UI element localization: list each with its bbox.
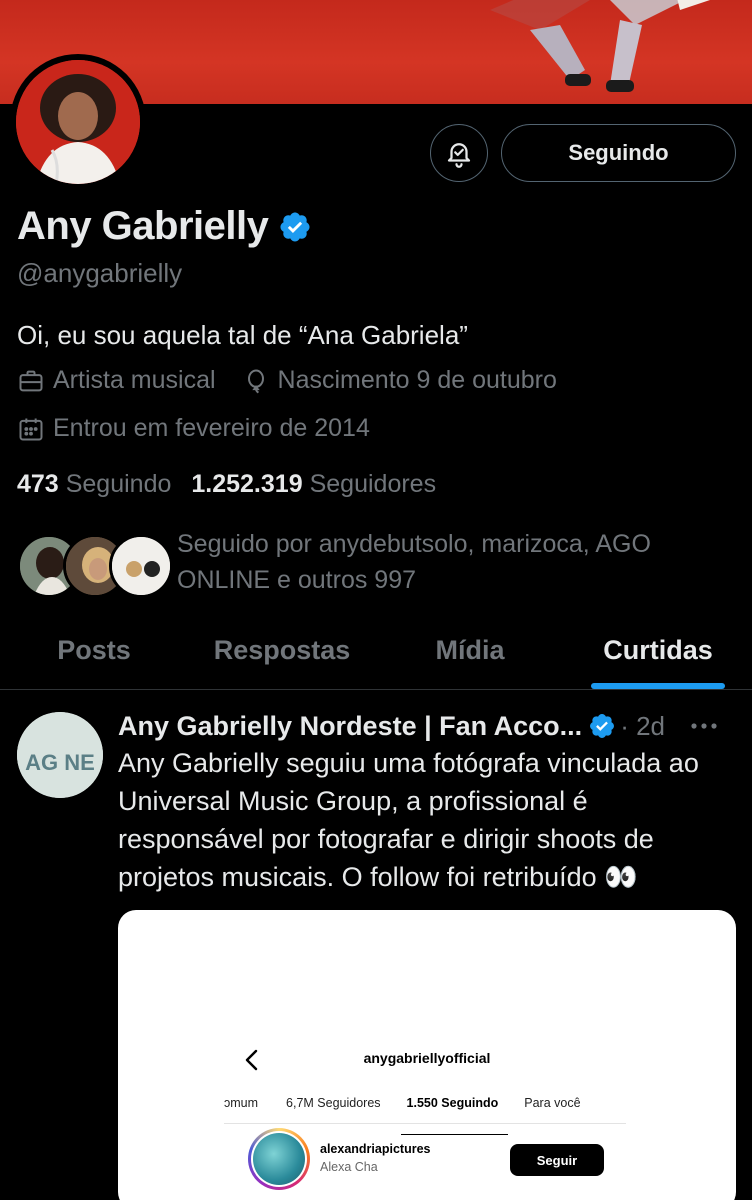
- media-profile-title: anygabriellyofficial: [363, 1050, 491, 1066]
- post-header: Any Gabrielly Nordeste | Fan Acco... · 2…: [118, 708, 738, 744]
- profile-meta-row-2: Entrou em fevereiro de 2014: [17, 414, 396, 443]
- media-username: alexandriapictures: [320, 1142, 431, 1156]
- media-user-row: alexandriapictures Alexa Cha Seguir: [248, 1128, 608, 1192]
- media-tab: 6,7M Seguidores: [286, 1096, 381, 1110]
- profile-joined: Entrou em fevereiro de 2014: [17, 414, 370, 443]
- balloon-icon: [247, 369, 264, 393]
- avatar-photo: [16, 60, 140, 184]
- following-label: Seguindo: [65, 470, 172, 498]
- tab-posts[interactable]: Posts: [0, 612, 188, 689]
- tab-label: Posts: [57, 635, 131, 665]
- category-label: Artista musical: [53, 366, 216, 394]
- profile-avatar[interactable]: [10, 54, 146, 190]
- profile-stats: 473 Seguindo 1.252.319 Seguidores: [17, 470, 456, 499]
- media-user-avatar: [248, 1128, 310, 1190]
- tab-replies[interactable]: Respostas: [188, 612, 376, 689]
- post-text: Any Gabrielly seguiu uma fotógrafa vincu…: [118, 748, 699, 892]
- more-dots-icon: [691, 723, 717, 729]
- media-follow-button: Seguir: [510, 1144, 604, 1176]
- profile-birthday: Nascimento 9 de outubro: [242, 366, 557, 395]
- calendar-icon: [19, 418, 43, 440]
- avatar-logo-text: AG NE: [25, 750, 95, 775]
- active-tab-indicator: [591, 683, 725, 689]
- briefcase-icon: [19, 370, 43, 391]
- media-tab: ɔmum: [224, 1096, 259, 1110]
- bell-check-icon: [447, 143, 471, 168]
- media-user-subtitle: Alexa Cha: [320, 1160, 378, 1174]
- profile-name: Any Gabrielly: [17, 204, 269, 248]
- profile-page: Seguindo Any Gabrielly @anygabrielly Oi,…: [0, 0, 752, 1200]
- tab-likes[interactable]: Curtidas: [564, 612, 752, 689]
- birthday-label: Nascimento 9 de outubro: [277, 366, 557, 394]
- followers-label: Seguidores: [309, 470, 437, 498]
- post-media-image[interactable]: anygabriellyofficial ɔmum 6,7M Seguidore…: [118, 910, 736, 1200]
- more-options-button[interactable]: [684, 708, 724, 744]
- following-button[interactable]: Seguindo: [501, 124, 736, 182]
- post-author-name[interactable]: Any Gabrielly Nordeste | Fan Acco...: [118, 711, 582, 742]
- banner-figure: [490, 0, 710, 92]
- media-tabs: ɔmum 6,7M Seguidores 1.550 Seguindo Para…: [224, 1096, 626, 1135]
- post-author-avatar[interactable]: AG NE: [17, 712, 103, 798]
- following-stat[interactable]: 473 Seguindo: [17, 470, 171, 499]
- profile-tabs: Posts Respostas Mídia Curtidas: [0, 612, 752, 690]
- tab-label: Respostas: [213, 635, 351, 665]
- post-timestamp[interactable]: · 2d: [620, 711, 665, 742]
- tab-label: Mídia: [435, 635, 505, 665]
- followed-by-avatars: [17, 534, 173, 598]
- following-button-label: Seguindo: [568, 140, 669, 165]
- profile-category: Artista musical: [17, 366, 216, 395]
- profile-handle: @anygabrielly: [17, 258, 183, 288]
- profile-meta-row-1: Artista musical Nascimento 9 de outubro: [17, 366, 583, 395]
- followed-by[interactable]: Seguido por anydebutsolo, marizoca, AGO …: [17, 526, 737, 606]
- followers-stat[interactable]: 1.252.319 Seguidores: [191, 470, 436, 499]
- followed-by-text: Seguido por anydebutsolo, marizoca, AGO …: [177, 530, 651, 594]
- following-count: 473: [17, 470, 59, 498]
- post[interactable]: AG NE Any Gabrielly Nordeste | Fan Acco.…: [0, 690, 752, 1200]
- verified-badge-icon[interactable]: [278, 210, 312, 244]
- verified-badge-icon: [590, 714, 615, 738]
- tab-media[interactable]: Mídia: [376, 612, 564, 689]
- avatar: [109, 534, 173, 598]
- notifications-button[interactable]: [430, 124, 488, 182]
- followers-count: 1.252.319: [191, 470, 303, 498]
- profile-name-row: Any Gabrielly: [17, 204, 312, 249]
- media-tab: Para você: [524, 1096, 581, 1110]
- media-tab-active: 1.550 Seguindo: [400, 1096, 508, 1135]
- tab-label: Curtidas: [603, 635, 713, 665]
- joined-label: Entrou em fevereiro de 2014: [53, 414, 370, 442]
- profile-bio: Oi, eu sou aquela tal de “Ana Gabriela”: [17, 320, 468, 350]
